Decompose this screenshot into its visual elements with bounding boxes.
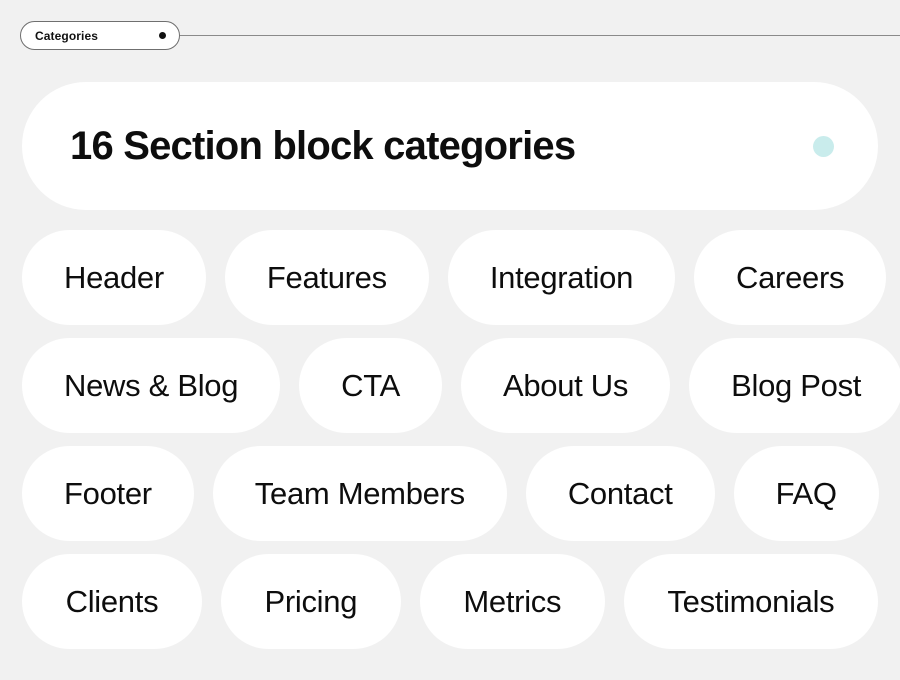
category-pill-blog-post[interactable]: Blog Post xyxy=(689,338,900,433)
category-row: Footer Team Members Contact FAQ xyxy=(22,446,879,541)
category-pill-label: Integration xyxy=(489,260,634,295)
filled-dot-icon xyxy=(159,32,166,39)
category-pill-grid: Header Features Integration Careers News & B… xyxy=(22,230,900,649)
category-pill-label: Blog Post xyxy=(731,368,862,403)
category-pill-label: Careers xyxy=(736,260,845,295)
annotation-tag-label: Categories xyxy=(35,28,99,43)
accent-dot-icon xyxy=(813,135,834,157)
category-pill-news-and-blog[interactable]: News & Blog xyxy=(22,338,281,433)
category-pill-label: FAQ xyxy=(775,476,837,511)
category-pill-about-us[interactable]: About Us xyxy=(460,338,671,433)
category-pill-label: News & Blog xyxy=(64,368,239,403)
annotation-leader-line xyxy=(178,35,900,36)
category-pill-label: Header xyxy=(64,260,164,295)
category-pill-label: About Us xyxy=(502,368,629,403)
category-pill-label: Metrics xyxy=(463,584,562,619)
category-pill-features[interactable]: Features xyxy=(224,230,429,325)
category-pill-label: Pricing xyxy=(264,584,358,619)
category-pill-header[interactable]: Header xyxy=(22,230,206,325)
page-title: 16 Section block categories xyxy=(70,124,576,168)
annotation-tag-categories[interactable]: Categories xyxy=(20,21,180,50)
category-pill-label: Team Members xyxy=(254,476,465,511)
category-row: Header Features Integration Careers xyxy=(22,230,887,325)
category-pill-label: Testimonials xyxy=(667,584,835,619)
category-pill-faq[interactable]: FAQ xyxy=(733,446,879,541)
category-pill-team-members[interactable]: Team Members xyxy=(212,446,507,541)
category-pill-pricing[interactable]: Pricing xyxy=(220,554,401,649)
category-pill-label: Clients xyxy=(65,584,159,619)
category-pill-label: Contact xyxy=(567,476,673,511)
title-card: 16 Section block categories xyxy=(22,82,878,210)
category-pill-integration[interactable]: Integration xyxy=(447,230,676,325)
category-pill-footer[interactable]: Footer xyxy=(22,446,194,541)
category-pill-label: CTA xyxy=(341,368,400,403)
category-row: News & Blog CTA About Us Blog Post xyxy=(22,338,900,433)
category-pill-metrics[interactable]: Metrics xyxy=(419,554,605,649)
annotation-bar: Categories xyxy=(0,0,900,72)
category-pill-cta[interactable]: CTA xyxy=(299,338,442,433)
category-pill-label: Footer xyxy=(64,476,152,511)
category-pill-careers[interactable]: Careers xyxy=(694,230,887,325)
category-row: Clients Pricing Metrics Testimonials xyxy=(22,554,879,649)
category-pill-contact[interactable]: Contact xyxy=(525,446,715,541)
category-pill-testimonials[interactable]: Testimonials xyxy=(623,554,879,649)
category-pill-label: Features xyxy=(266,260,387,295)
category-pill-clients[interactable]: Clients xyxy=(22,554,202,649)
